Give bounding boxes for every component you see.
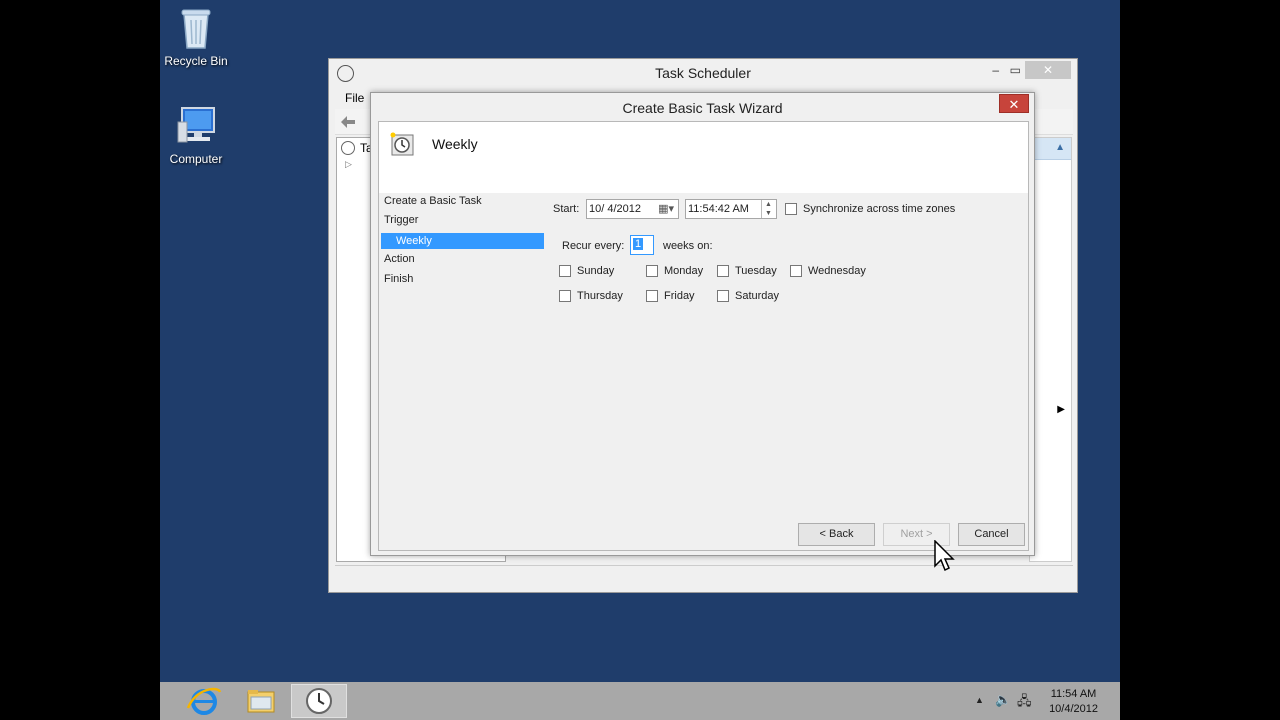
wizard-title: Create Basic Task Wizard <box>622 100 783 116</box>
wizard-steps: Create a Basic Task Trigger Weekly Actio… <box>379 193 547 493</box>
start-date-value: 10/ 4/2012 <box>589 203 641 215</box>
monday-label: Monday <box>664 265 704 277</box>
start-label: Start: <box>553 203 580 215</box>
recur-every-label: Recur every: <box>562 240 625 252</box>
step-trigger: Trigger <box>384 214 419 226</box>
folder-icon <box>247 690 275 713</box>
create-basic-task-wizard: Create Basic Task Wizard ✕ Weekly Create… <box>370 92 1035 556</box>
saturday-label: Saturday <box>735 290 780 302</box>
expand-arrow-icon[interactable]: ▷ <box>345 159 352 170</box>
actions-pane-header: ▲ <box>1030 138 1071 160</box>
monday-checkbox[interactable] <box>646 265 658 277</box>
menu-file[interactable]: File <box>345 91 364 105</box>
close-icon[interactable]: ✕ <box>1025 61 1071 79</box>
wizard-client: Weekly Create a Basic Task Trigger Weekl… <box>378 121 1029 551</box>
tuesday-label: Tuesday <box>735 265 777 277</box>
clock-time: 11:54 AM <box>1050 688 1097 700</box>
task-scheduler-title: Task Scheduler <box>655 65 751 81</box>
cancel-button[interactable]: Cancel <box>958 523 1025 546</box>
recycle-bin-label: Recycle Bin <box>164 54 228 68</box>
show-hidden-icons-icon[interactable]: ▲ <box>975 695 984 705</box>
clock-icon <box>306 688 332 714</box>
maximize-icon[interactable]: ▭ <box>1010 63 1021 77</box>
taskbar-file-explorer[interactable] <box>233 684 289 718</box>
task-scheduler-titlebar[interactable]: Task Scheduler – ▭ ✕ <box>329 59 1077 89</box>
weeks-on-label: weeks on: <box>663 240 713 252</box>
saturday-checkbox[interactable] <box>717 290 729 302</box>
wizard-page-heading: Weekly <box>432 136 478 152</box>
computer-label: Computer <box>169 152 223 166</box>
desktop-icon-recycle-bin[interactable]: Recycle Bin <box>160 6 232 68</box>
calendar-dropdown-icon[interactable]: ▦▾ <box>658 202 674 215</box>
wizard-titlebar[interactable]: Create Basic Task Wizard ✕ <box>371 93 1034 123</box>
start-date-picker[interactable]: 10/ 4/2012 ▦▾ <box>586 199 679 219</box>
desktop-icon-computer[interactable]: Computer <box>160 104 232 166</box>
wednesday-checkbox[interactable] <box>790 265 802 277</box>
sunday-checkbox[interactable] <box>559 265 571 277</box>
back-button[interactable]: < Back <box>798 523 875 546</box>
minimize-icon[interactable]: – <box>992 63 999 77</box>
submenu-arrow-icon[interactable]: ▶ <box>1057 404 1065 415</box>
start-time-picker[interactable]: 11:54:42 AM ▲ ▼ <box>685 199 777 219</box>
actions-pane: ▲ ▶ <box>1029 137 1072 562</box>
taskbar-internet-explorer[interactable] <box>176 684 232 718</box>
clock-date: 10/4/2012 <box>1049 703 1098 715</box>
time-spinner-icon[interactable]: ▲ ▼ <box>761 200 775 218</box>
desktop: Recycle Bin Computer Task Scheduler – ▭ … <box>160 0 1120 720</box>
taskbar-task-scheduler[interactable] <box>291 684 347 718</box>
start-time-value: 11:54:42 AM <box>688 203 749 215</box>
computer-icon <box>176 104 216 148</box>
internet-explorer-icon <box>186 687 222 715</box>
recur-weeks-value: 1 <box>633 238 644 250</box>
task-scheduler-node-icon <box>341 141 355 155</box>
status-bar <box>335 565 1073 587</box>
step-create-basic-task: Create a Basic Task <box>384 195 482 207</box>
wizard-header: Weekly <box>379 122 1028 193</box>
taskbar: ▲ 🔈 🖧 11:54 AM 10/4/2012 <box>160 682 1120 720</box>
tuesday-checkbox[interactable] <box>717 265 729 277</box>
network-icon[interactable]: 🖧 <box>1017 692 1032 714</box>
back-arrow-icon[interactable] <box>339 114 357 130</box>
task-clock-icon <box>390 132 414 156</box>
recycle-bin-icon <box>176 6 216 50</box>
friday-checkbox[interactable] <box>646 290 658 302</box>
step-action: Action <box>384 253 415 265</box>
volume-icon[interactable]: 🔈 <box>995 692 1011 708</box>
thursday-checkbox[interactable] <box>559 290 571 302</box>
recur-weeks-input[interactable]: 1 <box>630 235 654 255</box>
wizard-close-icon[interactable]: ✕ <box>999 94 1029 113</box>
step-weekly: Weekly <box>381 233 544 249</box>
step-finish: Finish <box>384 273 414 285</box>
thursday-label: Thursday <box>577 290 623 302</box>
sync-time-zones-label: Synchronize across time zones <box>803 203 956 215</box>
sunday-label: Sunday <box>577 265 615 277</box>
system-clock[interactable]: 11:54 AM 10/4/2012 <box>1049 687 1098 717</box>
wednesday-label: Wednesday <box>808 265 866 277</box>
friday-label: Friday <box>664 290 695 302</box>
mouse-cursor-icon <box>934 540 955 572</box>
sync-time-zones-checkbox[interactable] <box>785 203 797 215</box>
